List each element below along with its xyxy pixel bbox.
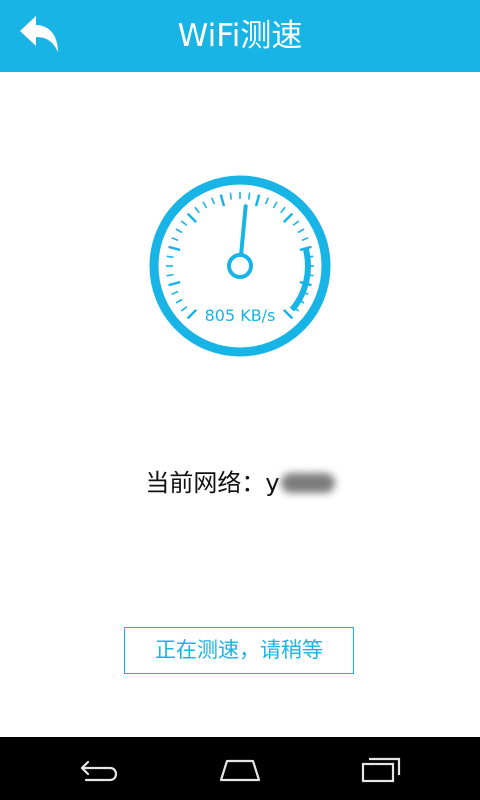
gauge-tick <box>180 220 188 226</box>
gauge-tick <box>264 197 270 205</box>
gauge-tick <box>171 236 179 242</box>
gauge-tick <box>166 273 174 277</box>
gauge-tick <box>219 194 226 207</box>
gauge-tick <box>186 212 198 224</box>
gauge-tick <box>168 280 181 287</box>
gauge-tick <box>166 255 174 259</box>
testing-status-button[interactable]: 正在测速，请稍等 <box>124 627 354 674</box>
gauge-tick <box>175 298 183 304</box>
gauge-tick <box>254 194 261 207</box>
speed-test-screen: WiFi测速 805 KB/s 当前网络：y 正在测速，请稍等 <box>0 0 480 800</box>
gauge-tick <box>301 236 309 242</box>
gauge-tick <box>272 201 278 209</box>
gauge-tick <box>282 212 294 224</box>
network-name: y <box>265 469 280 497</box>
speed-gauge <box>146 170 334 362</box>
app-bar: WiFi测速 <box>0 0 480 72</box>
gauge-progress-arc <box>289 247 311 312</box>
gauge-tick <box>297 228 305 234</box>
gauge-tick <box>280 206 286 214</box>
current-network: 当前网络：y <box>0 462 480 502</box>
gauge-tick <box>202 201 208 209</box>
nav-home-button[interactable] <box>212 753 268 785</box>
gauge-hub <box>227 253 253 279</box>
back-icon <box>80 760 118 782</box>
nav-back-button[interactable] <box>72 753 128 785</box>
gauge-tick <box>292 220 300 226</box>
network-name-redacted <box>280 473 335 493</box>
gauge-tick <box>247 192 251 200</box>
gauge-tick <box>194 206 200 214</box>
home-icon <box>219 759 261 782</box>
nav-recents-button[interactable] <box>353 753 409 785</box>
gauge-needle <box>239 204 248 257</box>
gauge-tick <box>168 245 181 252</box>
network-label: 当前网络： <box>145 469 266 497</box>
system-nav-bar <box>0 737 480 800</box>
speedometer-icon <box>149 175 331 357</box>
gauge-tick <box>171 290 179 296</box>
gauge-tick <box>175 228 183 234</box>
page-title: WiFi测速 <box>177 18 303 54</box>
gauge-tick <box>210 197 216 205</box>
gauge-tick <box>229 192 233 200</box>
recent-apps-icon <box>361 757 401 783</box>
speed-readout: 805 KB/s <box>204 306 276 325</box>
